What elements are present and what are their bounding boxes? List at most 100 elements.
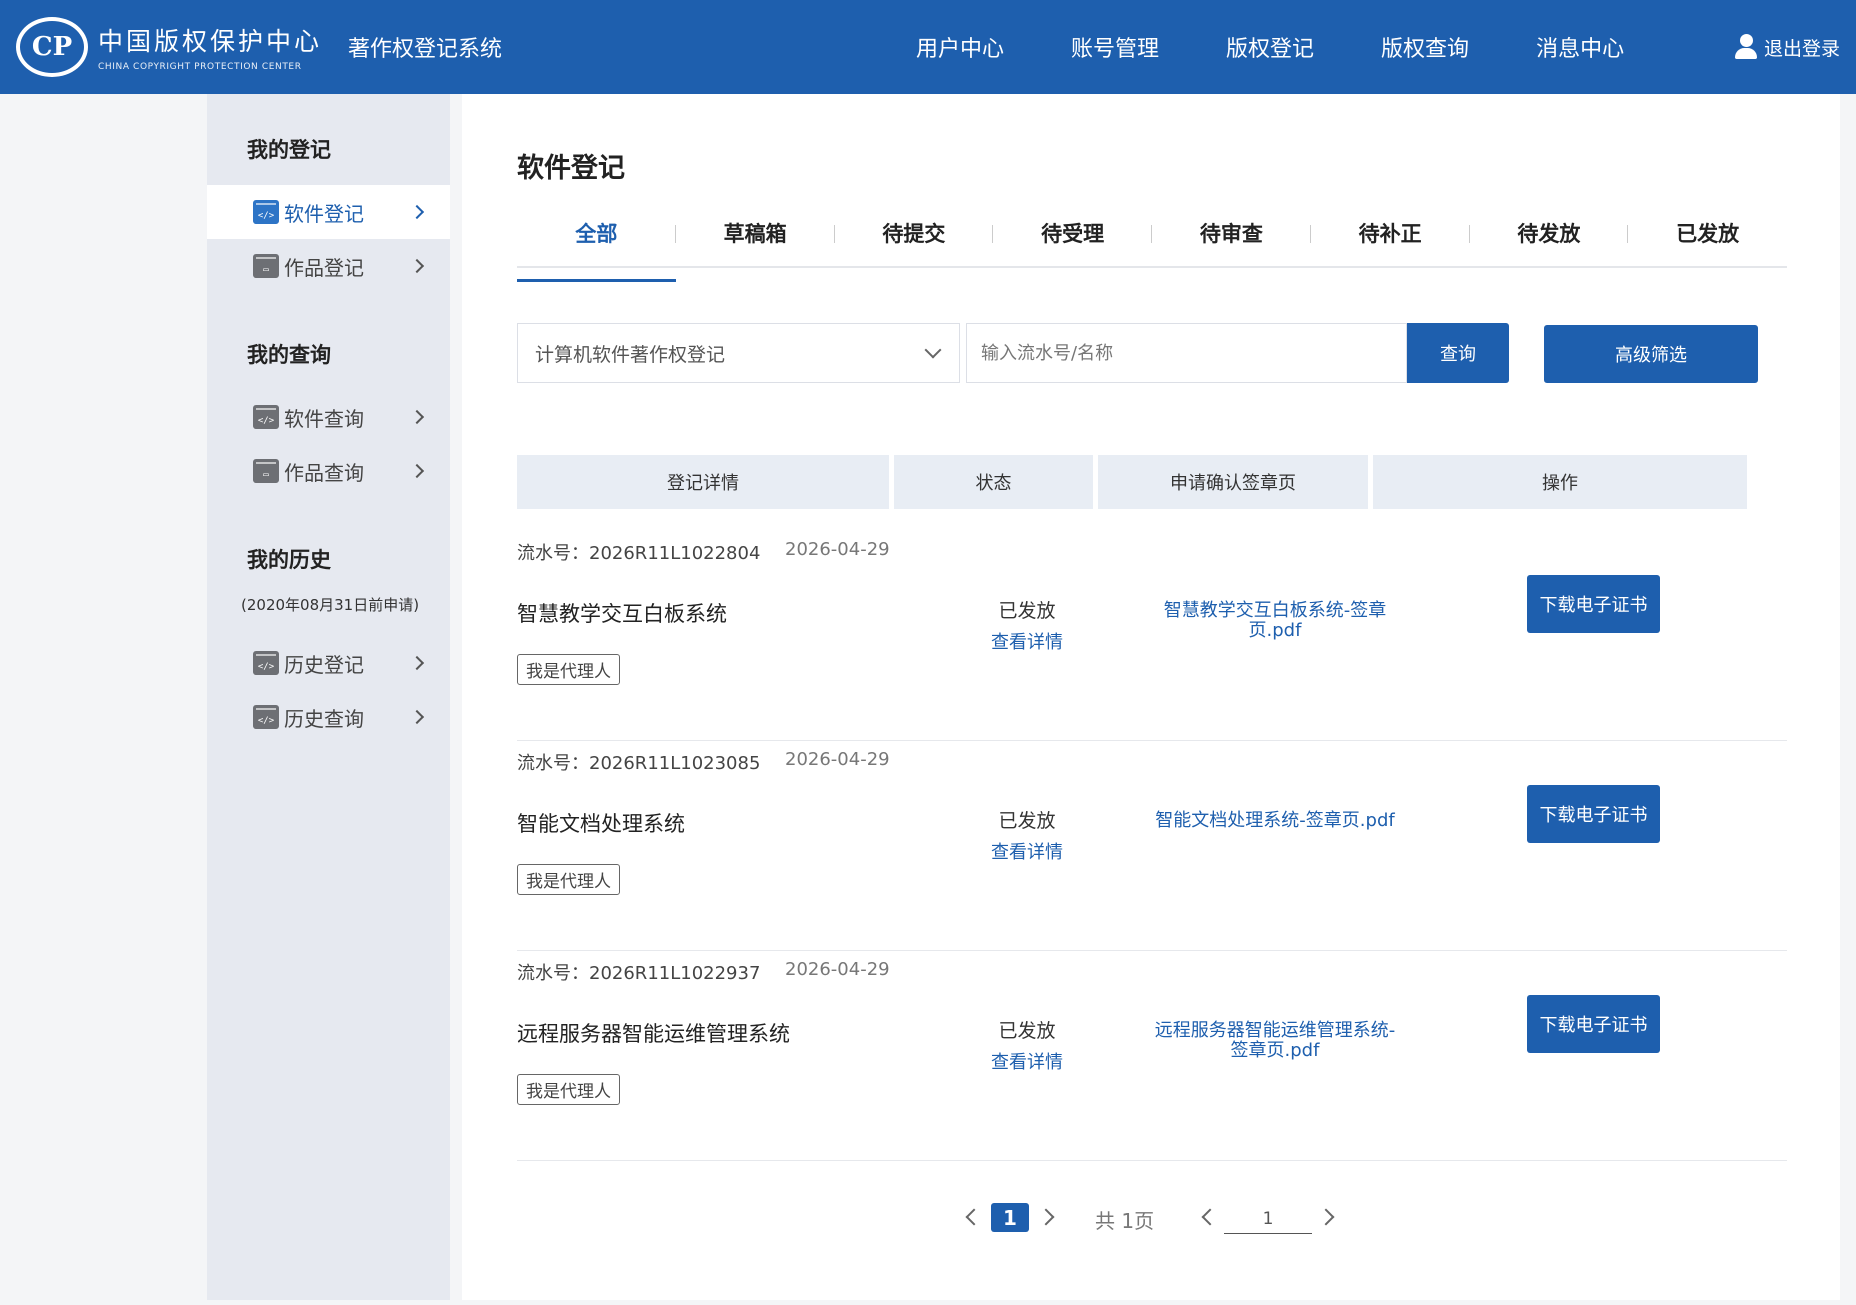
software-icon: </> (253, 405, 279, 429)
agent-tag: 我是代理人 (517, 1074, 620, 1105)
signature-pdf-link[interactable]: 智慧教学交互白板系统-签章 页.pdf (1130, 601, 1420, 641)
logout-label: 退出登录 (1763, 37, 1840, 60)
chevron-right-icon (409, 463, 425, 479)
submission-date: 2026-04-29 (785, 539, 890, 560)
status-tabs: 全部 草稿箱 待提交 待受理 待审查 待补正 待发放 已发放 (517, 214, 1787, 282)
software-name: 智能文档处理系统 (517, 812, 685, 836)
column-header-status: 状态 (894, 455, 1093, 509)
table-row: 流水号：2026R11L1022937 2026-04-29 远程服务器智能运维… (517, 951, 1787, 1161)
sidebar-item-label: 软件查询 (284, 406, 364, 431)
download-certificate-button[interactable]: 下载电子证书 (1527, 575, 1660, 633)
status-text: 已发放 (998, 600, 1056, 622)
nav-copyright-registration[interactable]: 版权登记 (1226, 31, 1314, 63)
tab-issued[interactable]: 已发放 (1628, 214, 1787, 266)
top-navigation-bar: CP 中国版权保护中心 CHINA COPYRIGHT PROTECTION C… (0, 0, 1856, 94)
sidebar-item-software-registration[interactable]: </> 软件登记 (207, 185, 450, 239)
serial-number: 流水号：2026R11L1022937 (517, 963, 761, 984)
logout-button[interactable]: 退出登录 (1734, 0, 1840, 94)
main-content: 软件登记 全部 草稿箱 待提交 待受理 待审查 待补正 待发放 已发放 计算机软… (462, 94, 1840, 1300)
registration-type-value: 计算机软件著作权登记 (535, 343, 726, 366)
history-note: (2020年08月31日前申请) (241, 596, 420, 614)
sidebar-item-work-registration[interactable]: ▭ 作品登记 (207, 239, 450, 293)
pdf-link-line: 远程服务器智能运维管理系统- (1154, 1020, 1396, 1041)
prev-page-icon[interactable] (965, 1208, 983, 1226)
signature-pdf-link[interactable]: 智能文档处理系统-签章页.pdf (1130, 811, 1420, 831)
sidebar-item-label: 作品查询 (284, 460, 364, 485)
pdf-link-line: 智能文档处理系统-签章页.pdf (1155, 810, 1395, 831)
search-button[interactable]: 查询 (1407, 323, 1509, 383)
chevron-right-icon (409, 709, 425, 725)
pdf-link-line: 签章页.pdf (1230, 1040, 1320, 1061)
view-details-link[interactable]: 查看详情 (977, 1048, 1077, 1074)
jump-next-icon[interactable] (1317, 1208, 1335, 1226)
jump-prev-icon[interactable] (1201, 1208, 1219, 1226)
sidebar-item-label: 历史登记 (284, 652, 364, 677)
tab-pending-issue[interactable]: 待发放 (1470, 214, 1629, 266)
pdf-link-line: 智慧教学交互白板系统-签章 (1163, 600, 1387, 621)
sidebar-section-my-registration: 我的登记 (247, 138, 331, 162)
column-header-signature-page: 申请确认签章页 (1098, 455, 1368, 509)
sidebar-item-software-query[interactable]: </> 软件查询 (207, 390, 450, 444)
sidebar-item-work-query[interactable]: ▭ 作品查询 (207, 444, 450, 498)
main-nav: 用户中心 账号管理 版权登记 版权查询 消息中心 (916, 0, 1691, 94)
tab-pending-correction[interactable]: 待补正 (1311, 214, 1470, 266)
next-page-icon[interactable] (1037, 1208, 1055, 1226)
software-icon: </> (253, 705, 279, 729)
nav-user-center[interactable]: 用户中心 (916, 31, 1004, 63)
current-page-button[interactable]: 1 (991, 1203, 1029, 1232)
search-input[interactable] (966, 323, 1407, 383)
page-jump-input[interactable] (1224, 1204, 1312, 1234)
download-certificate-button[interactable]: 下载电子证书 (1527, 995, 1660, 1053)
sidebar-item-label: 软件登记 (284, 201, 364, 226)
serial-number: 流水号：2026R11L1022804 (517, 543, 761, 564)
status-text: 已发放 (998, 1020, 1056, 1042)
pdf-link-line: 页.pdf (1248, 620, 1302, 641)
chevron-down-icon (924, 341, 942, 359)
logo-text: 中国版权保护中心 CHINA COPYRIGHT PROTECTION CENT… (98, 22, 322, 72)
download-certificate-button[interactable]: 下载电子证书 (1527, 785, 1660, 843)
software-name: 远程服务器智能运维管理系统 (517, 1022, 790, 1046)
view-details-link[interactable]: 查看详情 (977, 628, 1077, 654)
sidebar: 我的登记 </> 软件登记 ▭ 作品登记 我的查询 </> 软件查询 ▭ 作品查… (207, 94, 450, 1300)
signature-pdf-link[interactable]: 远程服务器智能运维管理系统- 签章页.pdf (1130, 1021, 1420, 1061)
software-icon: </> (253, 200, 279, 224)
logo-en-text: CHINA COPYRIGHT PROTECTION CENTER (98, 62, 302, 72)
sidebar-item-history-query[interactable]: </> 历史查询 (207, 690, 450, 744)
nav-account-management[interactable]: 账号管理 (1071, 31, 1159, 63)
agent-tag: 我是代理人 (517, 864, 620, 895)
chevron-right-icon (409, 409, 425, 425)
tab-pending-submit[interactable]: 待提交 (835, 214, 994, 266)
view-details-link[interactable]: 查看详情 (977, 838, 1077, 864)
tab-drafts[interactable]: 草稿箱 (676, 214, 835, 266)
system-name: 著作权登记系统 (348, 37, 503, 62)
sidebar-item-history-registration[interactable]: </> 历史登记 (207, 636, 450, 690)
logo-cn-text: 中国版权保护中心 (98, 27, 323, 56)
tab-all[interactable]: 全部 (517, 214, 676, 282)
page-title: 软件登记 (517, 153, 625, 184)
sidebar-section-my-history: 我的历史 (247, 548, 331, 572)
sidebar-item-label: 历史查询 (284, 706, 364, 731)
submission-date: 2026-04-29 (785, 749, 890, 770)
software-name: 智慧教学交互白板系统 (517, 602, 727, 626)
table-row: 流水号：2026R11L1023085 2026-04-29 智能文档处理系统 … (517, 741, 1787, 951)
total-pages: 共 1页 (1095, 1209, 1155, 1233)
column-header-actions: 操作 (1373, 455, 1747, 509)
tab-pending-accept[interactable]: 待受理 (993, 214, 1152, 266)
serial-number: 流水号：2026R11L1023085 (517, 753, 761, 774)
software-icon: </> (253, 651, 279, 675)
status-text: 已发放 (998, 810, 1056, 832)
nav-message-center[interactable]: 消息中心 (1536, 31, 1624, 63)
sidebar-item-label: 作品登记 (284, 255, 364, 280)
nav-copyright-query[interactable]: 版权查询 (1381, 31, 1469, 63)
agent-tag: 我是代理人 (517, 654, 620, 685)
registration-type-select[interactable]: 计算机软件著作权登记 (517, 323, 960, 383)
chevron-right-icon (409, 258, 425, 274)
logo: CP 中国版权保护中心 CHINA COPYRIGHT PROTECTION C… (16, 17, 322, 77)
advanced-filter-button[interactable]: 高级筛选 (1544, 325, 1758, 383)
submission-date: 2026-04-29 (785, 959, 890, 980)
column-header-details: 登记详情 (517, 455, 889, 509)
chevron-right-icon (409, 655, 425, 671)
work-icon: ▭ (253, 459, 279, 483)
work-icon: ▭ (253, 254, 279, 278)
tab-pending-review[interactable]: 待审查 (1152, 214, 1311, 266)
